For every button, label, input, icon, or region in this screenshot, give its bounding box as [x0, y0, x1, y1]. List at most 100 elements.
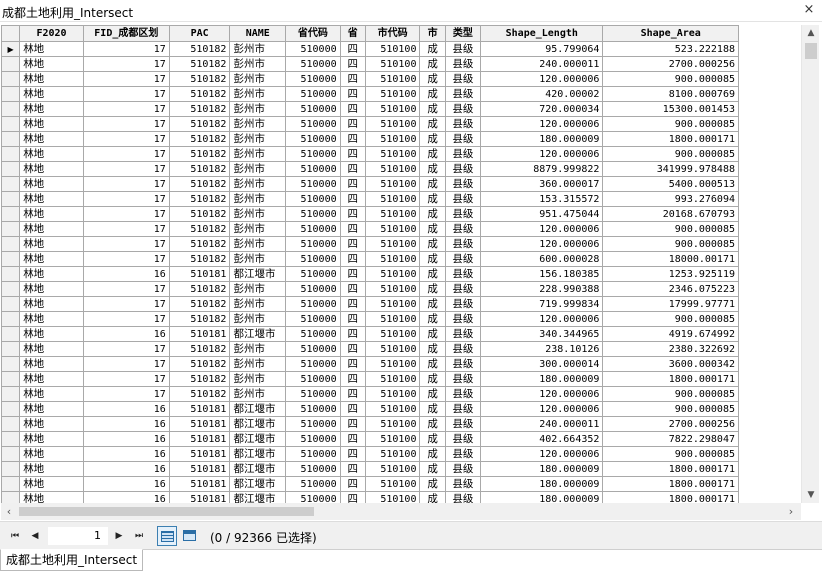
column-header[interactable]: Shape_Length	[480, 25, 604, 42]
table-cell[interactable]: 彭州市	[229, 281, 287, 297]
table-cell[interactable]: 林地	[19, 146, 84, 162]
table-cell[interactable]: 240.000011	[480, 56, 604, 72]
table-cell[interactable]: 510100	[364, 191, 421, 207]
table-cell[interactable]: 林地	[19, 266, 84, 282]
table-cell[interactable]: 510182	[168, 251, 231, 267]
table-cell[interactable]: 县级	[444, 161, 482, 177]
row-selector[interactable]	[1, 416, 21, 432]
table-cell[interactable]: 510182	[168, 206, 231, 222]
table-cell[interactable]: 510182	[168, 86, 231, 102]
table-cell[interactable]: 成	[419, 176, 446, 192]
table-cell[interactable]: 成	[419, 236, 446, 252]
row-selector[interactable]	[1, 176, 21, 192]
table-cell[interactable]: 510181	[168, 431, 231, 447]
table-cell[interactable]: 林地	[19, 131, 84, 147]
table-cell[interactable]: 林地	[19, 116, 84, 132]
table-row[interactable]: 林地 17 510182 彭州市 510000 四 510100 成县级 360.000017 5…	[1, 176, 739, 192]
table-cell[interactable]: 四	[339, 131, 366, 147]
column-header[interactable]: PAC	[168, 25, 231, 42]
table-cell[interactable]: 林地	[19, 86, 84, 102]
table-cell[interactable]: 彭州市	[229, 386, 287, 402]
table-cell[interactable]: 20168.670793	[602, 206, 739, 222]
row-selector[interactable]	[1, 56, 21, 72]
table-cell[interactable]: 林地	[19, 236, 84, 252]
table-row[interactable]: 林地 17 510182 彭州市 510000 四 510100 成县级 238.10126 23…	[1, 341, 739, 357]
table-cell[interactable]: 510182	[168, 296, 231, 312]
table-cell[interactable]: 林地	[19, 296, 84, 312]
table-cell[interactable]: 彭州市	[229, 176, 287, 192]
table-cell[interactable]: 都江堰市	[229, 431, 287, 447]
table-cell[interactable]: 120.000006	[480, 116, 604, 132]
table-cell[interactable]: 成	[419, 386, 446, 402]
table-cell[interactable]: 510000	[285, 191, 341, 207]
table-row[interactable]: 林地 17 510182 彭州市 510000 四 510100 成县级 600.000028 1…	[1, 251, 739, 267]
table-cell[interactable]: 510000	[285, 461, 341, 477]
table-cell[interactable]: 成	[419, 116, 446, 132]
table-cell[interactable]: 510182	[168, 281, 231, 297]
table-cell[interactable]: 900.000085	[602, 146, 739, 162]
table-cell[interactable]: 510181	[168, 326, 231, 342]
table-cell[interactable]: 2700.000256	[602, 416, 739, 432]
table-cell[interactable]: 四	[339, 116, 366, 132]
table-cell[interactable]: 360.000017	[480, 176, 604, 192]
table-cell[interactable]: 510000	[285, 296, 341, 312]
table-cell[interactable]: 510100	[364, 86, 421, 102]
table-cell[interactable]: 1800.000171	[602, 461, 739, 477]
column-header[interactable]: 省	[339, 25, 366, 42]
table-cell[interactable]: 县级	[444, 131, 482, 147]
column-header[interactable]: 市代码	[364, 25, 421, 42]
table-cell[interactable]: 16	[82, 431, 170, 447]
scroll-right-icon[interactable]: ›	[783, 503, 799, 520]
table-cell[interactable]: 林地	[19, 326, 84, 342]
table-cell[interactable]: 4919.674992	[602, 326, 739, 342]
table-cell[interactable]: 510100	[364, 206, 421, 222]
table-cell[interactable]: 510100	[364, 281, 421, 297]
table-cell[interactable]: 510000	[285, 446, 341, 462]
table-cell[interactable]: 林地	[19, 161, 84, 177]
table-cell[interactable]: 四	[339, 146, 366, 162]
table-cell[interactable]: 都江堰市	[229, 446, 287, 462]
table-cell[interactable]: 16	[82, 416, 170, 432]
table-cell[interactable]: 153.315572	[480, 191, 604, 207]
row-selector[interactable]	[1, 446, 21, 462]
table-row[interactable]: ▶ 林地 17 510182 彭州市 510000 四 510100 成县级 95.799064 5…	[1, 41, 739, 57]
table-cell[interactable]: 510100	[364, 461, 421, 477]
table-cell[interactable]: 1800.000171	[602, 371, 739, 387]
table-cell[interactable]: 成	[419, 461, 446, 477]
column-header[interactable]: 类型	[444, 25, 482, 42]
table-row[interactable]: 林地 17 510182 彭州市 510000 四 510100 成县级 720.000034 1…	[1, 101, 739, 117]
table-cell[interactable]: 900.000085	[602, 236, 739, 252]
table-cell[interactable]: 900.000085	[602, 401, 739, 417]
table-row[interactable]: 林地 16 510181 都江堰市 510000 四 510100 成县级 156.180385…	[1, 266, 739, 282]
table-cell[interactable]: 510181	[168, 476, 231, 492]
table-cell[interactable]: 林地	[19, 176, 84, 192]
table-cell[interactable]: 15300.001453	[602, 101, 739, 117]
table-cell[interactable]: 四	[339, 191, 366, 207]
table-row[interactable]: 林地 16 510181 都江堰市 510000 四 510100 成县级 240.000011…	[1, 416, 739, 432]
table-row[interactable]: 林地 17 510182 彭州市 510000 四 510100 成县级 240.000011 2…	[1, 56, 739, 72]
table-cell[interactable]: 都江堰市	[229, 416, 287, 432]
table-cell[interactable]: 都江堰市	[229, 491, 287, 503]
table-cell[interactable]: 彭州市	[229, 236, 287, 252]
table-cell[interactable]: 510000	[285, 356, 341, 372]
table-cell[interactable]: 510100	[364, 146, 421, 162]
table-cell[interactable]: 510000	[285, 131, 341, 147]
table-cell[interactable]: 17	[82, 56, 170, 72]
last-record-icon[interactable]: ⏭	[130, 528, 148, 544]
close-icon[interactable]: ×	[802, 3, 816, 17]
table-cell[interactable]: 510000	[285, 86, 341, 102]
horizontal-scrollbar[interactable]: ‹ ›	[1, 503, 801, 520]
table-cell[interactable]: 402.664352	[480, 431, 604, 447]
table-cell[interactable]: 17999.97771	[602, 296, 739, 312]
table-cell[interactable]: 510181	[168, 446, 231, 462]
table-cell[interactable]: 510182	[168, 386, 231, 402]
table-cell[interactable]: 四	[339, 311, 366, 327]
table-cell[interactable]: 510000	[285, 311, 341, 327]
row-selector[interactable]	[1, 461, 21, 477]
table-cell[interactable]: 16	[82, 446, 170, 462]
table-cell[interactable]: 林地	[19, 206, 84, 222]
table-cell[interactable]: 成	[419, 161, 446, 177]
table-cell[interactable]: 16	[82, 476, 170, 492]
table-cell[interactable]: 林地	[19, 416, 84, 432]
table-row[interactable]: 林地 17 510182 彭州市 510000 四 510100 成县级 420.00002 81…	[1, 86, 739, 102]
